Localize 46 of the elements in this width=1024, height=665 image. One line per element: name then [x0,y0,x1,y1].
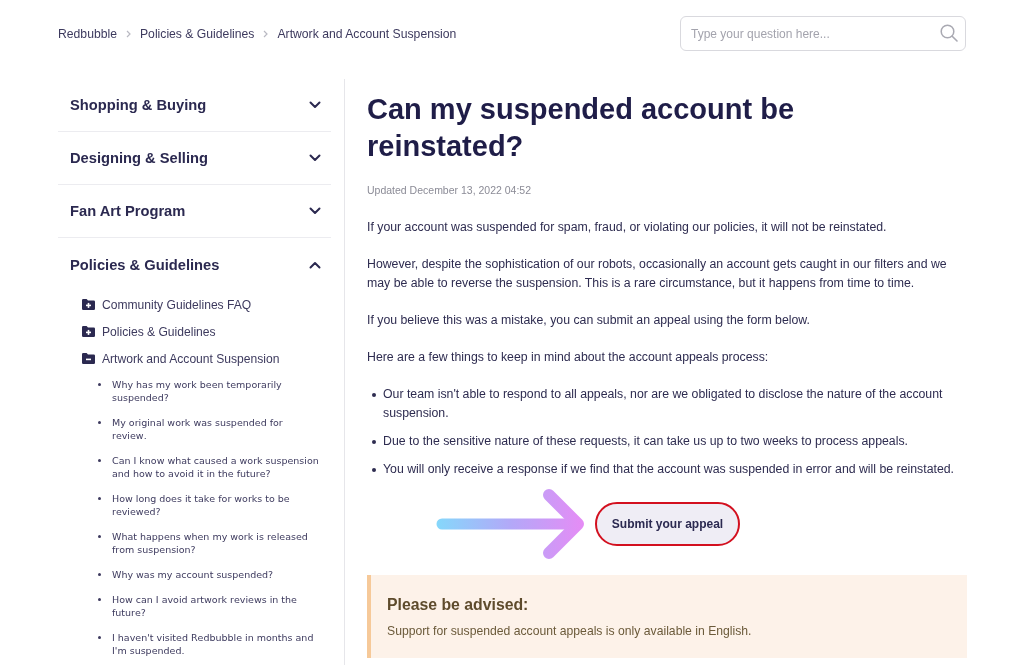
article-link[interactable]: My original work was suspended for review. [112,416,320,442]
paragraph: If your account was suspended for spam, fraud, or violating our policies, it will not be reinstated. [367,219,888,236]
article-link[interactable]: Why has my work been temporarily suspended? [112,378,320,404]
bullet-icon [98,421,101,424]
chevron-right-icon [263,29,269,38]
breadcrumb-link[interactable]: Artwork and Account Suspension [277,26,457,41]
list-item-text: You will only receive a response if we find that the account was suspended in error and will be reinstated. [383,461,954,478]
article-link[interactable]: Why was my account suspended? [112,568,320,581]
bullet-icon [372,468,376,472]
bullet-icon [98,383,101,386]
updated-date: Updated December 13, 2022 04:52 [367,183,533,197]
category-link[interactable]: Community Guidelines FAQ [102,297,252,312]
bullet-icon [372,393,376,397]
article-link[interactable]: How can I avoid artwork reviews in the future? [112,593,320,619]
breadcrumb-link[interactable]: Policies & Guidelines [139,26,255,41]
paragraph: However, despite the sophistication of our robots, occasionally an account gets caught in our filters and we may be able to reverse the suspension. This is a rare circumstance, but it happens from time to time. [367,256,948,292]
paragraph: If you believe this was a mistake, you can submit an appeal using the form below. [367,312,811,329]
category-link[interactable]: Artwork and Account Suspension [102,351,280,366]
chevron-right-icon [125,29,131,38]
sidebar-section[interactable]: Designing & Selling [58,132,331,185]
breadcrumb-link[interactable]: Redbubble [58,26,117,41]
bullet-icon [98,459,101,462]
search-field[interactable]: Type your question here... [680,16,966,51]
article-link[interactable]: Can I know what caused a work suspension and how to avoid it in the future? [112,454,320,480]
bullet-icon [98,598,101,601]
bullet-icon [372,440,376,444]
bullet-icon [98,573,101,576]
bullet-icon [98,636,101,639]
sidebar-section[interactable]: Policies & Guidelines [58,238,331,291]
article-link[interactable]: How long does it take for works to be reviewed? [112,492,320,518]
sidebar-section[interactable]: Shopping & Buying [58,79,331,132]
arrow-icon [436,488,586,560]
sidebar-section[interactable]: Fan Art Program [58,185,331,238]
bullet-icon [98,497,101,500]
submit-appeal-button[interactable]: Submit your appeal [595,502,740,546]
search-icon [940,24,958,42]
paragraph: Here are a few things to keep in mind about the account appeals process: [367,349,770,366]
article-link[interactable]: What happens when my work is released from suspension? [112,530,320,556]
bullet-icon [98,535,101,538]
article-title: Can my suspended account be reinstated? [367,92,796,164]
notice-title: Please be advised: [387,595,530,615]
notice-text: Support for suspended account appeals is only available in English. [387,623,753,640]
article-link[interactable]: I haven't visited Redbubble in months and I'm suspended. [112,631,320,657]
list-item-text: Due to the sensitive nature of these requests, it can take us up to two weeks to process appeals. [383,433,908,450]
list-item-text: Our team isn't able to respond to all appeals, nor are we obligated to disclose the nature of the account suspension. [383,386,944,422]
category-link[interactable]: Policies & Guidelines [102,324,216,339]
